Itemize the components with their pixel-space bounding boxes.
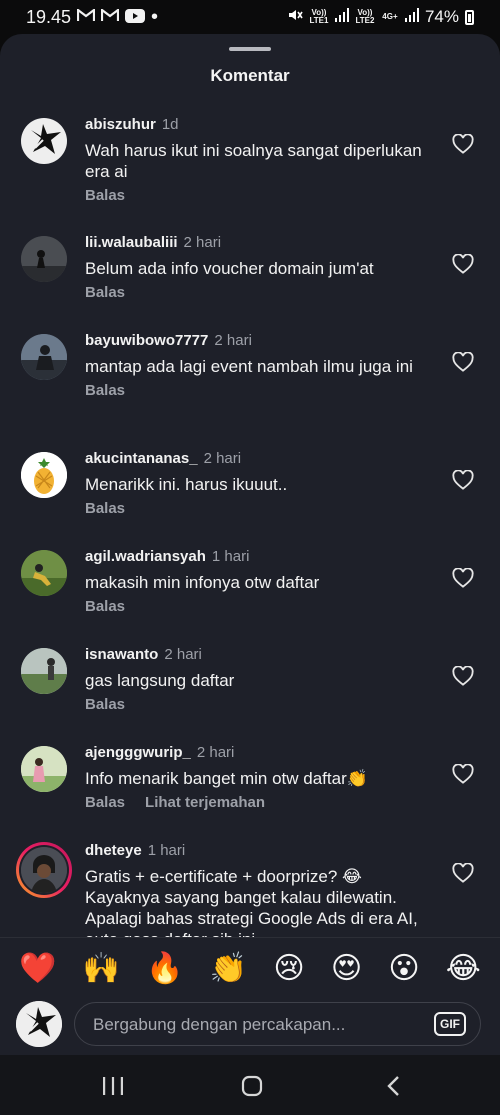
like-heart-icon[interactable] xyxy=(452,352,474,372)
comment-username[interactable]: dheteye xyxy=(85,842,142,859)
comment-input[interactable] xyxy=(91,1003,415,1047)
avatar[interactable] xyxy=(21,746,67,792)
like-heart-icon[interactable] xyxy=(452,666,474,686)
avatar[interactable] xyxy=(21,236,67,282)
comment-username[interactable]: lii.walaubaliii xyxy=(85,234,178,251)
comment-text: Belum ada info voucher domain jum'at xyxy=(85,259,374,278)
like-heart-icon[interactable] xyxy=(452,134,474,154)
reply-button[interactable]: Balas xyxy=(85,382,125,399)
reply-button[interactable]: Balas xyxy=(85,284,125,301)
reaction-raising-hands-icon[interactable]: 🙌 xyxy=(83,952,120,985)
comment-time: 1 hari xyxy=(211,548,250,565)
see-translation-button[interactable]: Lihat terjemahan xyxy=(145,794,265,811)
reply-button[interactable]: Balas xyxy=(85,187,125,204)
avatar[interactable] xyxy=(21,648,67,694)
gmail-icon xyxy=(100,7,120,25)
like-heart-icon[interactable] xyxy=(452,470,474,490)
reply-button[interactable]: Balas xyxy=(85,598,125,615)
reaction-laughing-icon[interactable]: 😂 xyxy=(446,952,481,985)
home-icon[interactable] xyxy=(232,1069,272,1103)
gmail-icon xyxy=(76,7,96,25)
recent-apps-icon[interactable] xyxy=(93,1069,133,1103)
comment-time: 1 hari xyxy=(147,842,186,859)
like-heart-icon[interactable] xyxy=(452,568,474,588)
like-heart-icon[interactable] xyxy=(452,764,474,784)
story-ring[interactable] xyxy=(16,842,72,898)
comment-username[interactable]: ajengggwurip_ xyxy=(85,744,191,761)
like-heart-icon[interactable] xyxy=(452,863,474,883)
reaction-clap-icon[interactable]: 👏 xyxy=(210,952,247,985)
comment-text: Info menarik banget min otw daftar👏 xyxy=(85,769,368,788)
signal-icon xyxy=(334,7,349,27)
comment-time: 1d xyxy=(161,116,179,133)
comment-composer: GIF xyxy=(0,999,500,1055)
comment-text: gas langsung daftar xyxy=(85,671,235,690)
system-nav-bar xyxy=(0,1055,500,1115)
avatar[interactable] xyxy=(21,452,67,498)
status-time: 19.45 xyxy=(26,6,72,27)
comment-time: 2 hari xyxy=(196,744,235,761)
comment-username[interactable]: bayuwibowo7777 xyxy=(85,332,208,349)
reaction-heart-eyes-icon[interactable]: 😍 xyxy=(331,952,362,985)
like-heart-icon[interactable] xyxy=(452,254,474,274)
dot-icon: • xyxy=(151,6,159,28)
mute-icon xyxy=(287,7,303,28)
battery-level: 74% xyxy=(424,7,459,26)
comment-time: 2 hari xyxy=(214,332,252,349)
comment-username[interactable]: agil.wadriansyah xyxy=(85,548,206,565)
signal-icon xyxy=(404,7,419,27)
comment-text: makasih min infonya otw daftar xyxy=(85,573,320,592)
comment-time: 2 hari xyxy=(164,646,202,663)
quick-reactions-bar: ❤️ 🙌 🔥 👏 😢 😍 😮 😂 xyxy=(0,937,500,999)
avatar[interactable] xyxy=(16,1001,62,1047)
reply-button[interactable]: Balas xyxy=(85,696,125,713)
avatar[interactable] xyxy=(21,118,67,164)
reply-button[interactable]: Balas xyxy=(85,794,125,811)
youtube-icon xyxy=(125,8,146,26)
drag-handle[interactable] xyxy=(229,47,271,51)
comment-text: Menarikk ini. harus ikuuut.. xyxy=(85,475,288,494)
volte2-indicator: Vo)) LTE2 xyxy=(355,8,375,25)
reaction-crying-icon[interactable]: 😢 xyxy=(273,952,304,985)
comment-input-container: GIF xyxy=(74,1002,481,1047)
volte1-indicator: Vo)) LTE1 xyxy=(309,8,329,25)
network-indicator: 4G+ xyxy=(382,12,398,21)
comment-username[interactable]: isnawanto xyxy=(85,646,158,663)
reaction-surprised-icon[interactable]: 😮 xyxy=(388,952,419,985)
reply-button[interactable]: Balas xyxy=(85,500,125,517)
back-icon[interactable] xyxy=(373,1069,413,1103)
avatar[interactable] xyxy=(21,847,67,893)
status-bar: 19.45 • Vo)) LTE1 Vo)) LTE2 4G+ 74% xyxy=(0,0,500,34)
avatar[interactable] xyxy=(21,334,67,380)
comment-text: Wah harus ikut ini soalnya sangat diperl… xyxy=(85,141,422,181)
comment-username[interactable]: akucintananas_ xyxy=(85,450,198,467)
battery-icon xyxy=(465,9,474,25)
gif-button[interactable]: GIF xyxy=(434,1012,466,1036)
comment-text: mantap ada lagi event nambah ilmu juga i… xyxy=(85,357,413,376)
reaction-fire-icon[interactable]: 🔥 xyxy=(146,952,183,985)
comment-time: 2 hari xyxy=(203,450,242,467)
comment-time: 2 hari xyxy=(183,234,222,251)
comment-username[interactable]: abiszuhur xyxy=(85,116,156,133)
reaction-heart-icon[interactable]: ❤️ xyxy=(19,952,56,985)
sheet-title: Komentar xyxy=(210,66,290,85)
avatar[interactable] xyxy=(21,550,67,596)
